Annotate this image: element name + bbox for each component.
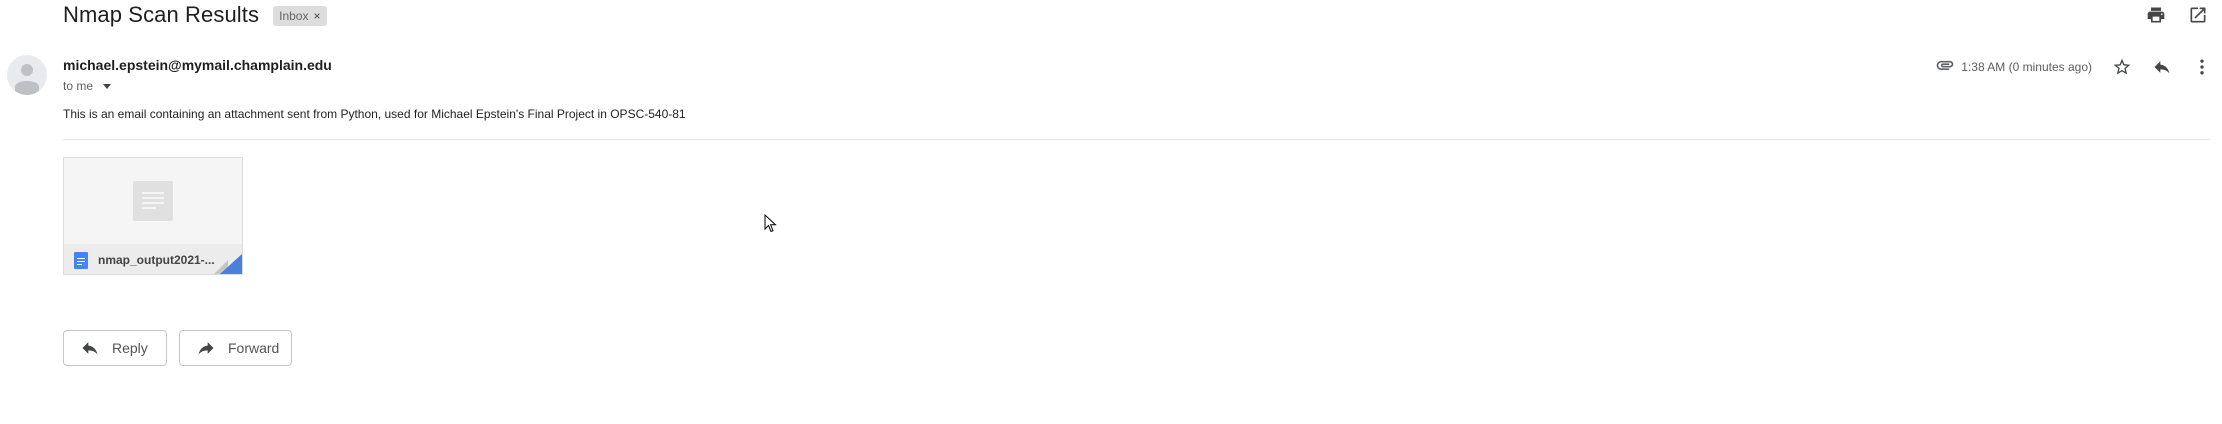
- google-doc-icon: [74, 251, 88, 269]
- attachments-divider: [63, 139, 2210, 140]
- star-icon[interactable]: [2110, 55, 2134, 79]
- mouse-cursor-icon: [764, 214, 777, 233]
- sender-email[interactable]: michael.epstein@mymail.champlain.edu: [63, 57, 332, 73]
- thread-actions: [2144, 3, 2210, 27]
- reply-icon: [82, 342, 98, 355]
- chevron-down-icon[interactable]: [103, 84, 112, 89]
- email-body: This is an email containing an attachmen…: [63, 107, 686, 121]
- attachment-preview: [64, 158, 242, 244]
- open-in-new-window-icon[interactable]: [2186, 3, 2210, 27]
- email-subject: Nmap Scan Results: [63, 2, 260, 27]
- message-meta: 1:38 AM (0 minutes ago): [1935, 52, 2222, 82]
- recipient-details[interactable]: to me: [63, 79, 112, 93]
- message-timestamp: 1:38 AM (0 minutes ago): [1961, 60, 2092, 74]
- inbox-label-text: Inbox: [279, 9, 309, 23]
- more-vert-icon[interactable]: [2190, 55, 2214, 79]
- paperclip-icon: [1935, 55, 1955, 80]
- inbox-label[interactable]: Inbox ×: [273, 6, 327, 26]
- recipient-label: to me: [63, 79, 94, 93]
- forward-button[interactable]: Forward: [179, 330, 292, 366]
- reply-button[interactable]: Reply: [63, 330, 167, 366]
- remove-label-icon[interactable]: ×: [313, 9, 320, 23]
- default-avatar-icon[interactable]: [7, 55, 47, 95]
- document-thumbnail-icon: [133, 181, 173, 221]
- reply-button-label: Reply: [112, 340, 148, 356]
- forward-icon: [198, 342, 214, 355]
- attachment-file-name: nmap_output2021-...: [98, 253, 215, 267]
- file-type-corner: [220, 254, 242, 274]
- forward-button-label: Forward: [228, 340, 280, 356]
- subject-row: Nmap Scan Results Inbox ×: [63, 0, 327, 30]
- attachment-card[interactable]: nmap_output2021-...: [63, 157, 243, 275]
- print-icon[interactable]: [2144, 3, 2168, 27]
- reply-icon[interactable]: [2150, 55, 2174, 79]
